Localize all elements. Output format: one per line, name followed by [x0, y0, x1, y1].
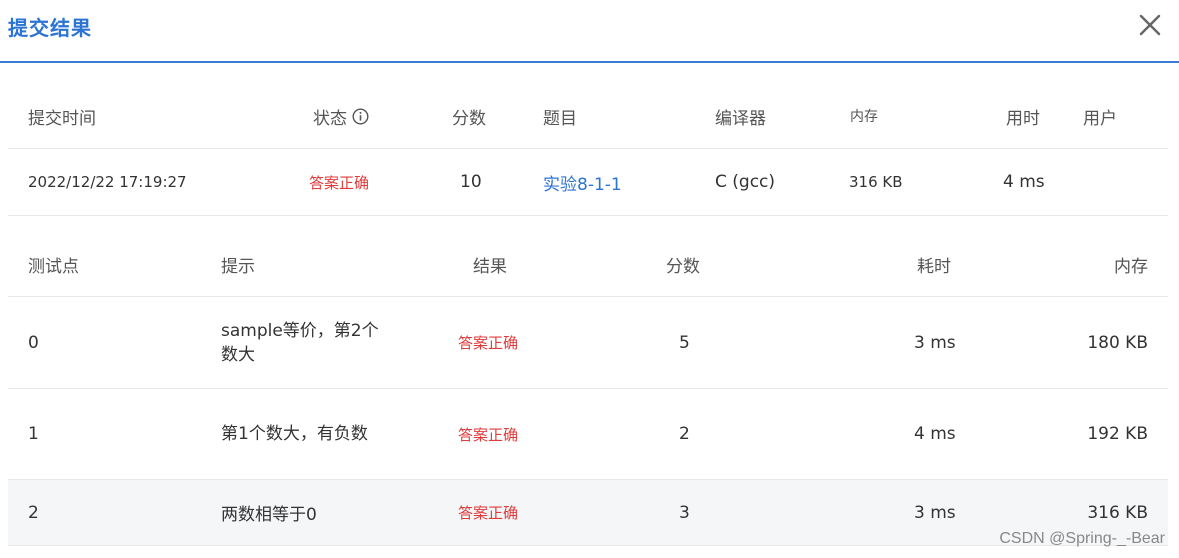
- submission-result-dialog: 提交结果 提交时间 状态 分数 题目 编译器 内存 用时 用户 2022/12/…: [0, 0, 1179, 558]
- testcase-table-header: 测试点 提示 结果 分数 耗时 内存: [8, 232, 1168, 297]
- header-case-memory: 内存: [1114, 256, 1148, 277]
- header-user: 用户: [1083, 108, 1117, 129]
- header-status: 状态: [313, 84, 369, 148]
- header-problem: 题目: [543, 108, 577, 129]
- testcase-memory: 192 KB: [1087, 424, 1148, 444]
- header-duration: 用时: [1006, 108, 1040, 129]
- testcase-result: 答案正确: [458, 425, 519, 444]
- header-status-label: 状态: [313, 108, 347, 129]
- submission-table-header: 提交时间 状态 分数 题目 编译器 内存 用时 用户: [8, 84, 1168, 149]
- testcase-score: 3: [679, 502, 690, 523]
- submission-memory: 316 KB: [849, 173, 903, 191]
- submission-status: 答案正确: [309, 173, 370, 192]
- testcase-duration: 3 ms: [914, 502, 956, 523]
- header-score: 分数: [452, 108, 486, 129]
- testcase-result: 答案正确: [458, 334, 519, 352]
- close-icon: [1139, 14, 1161, 36]
- submission-time: 2022/12/22 17:19:27: [28, 173, 187, 191]
- testcase-row: 1 第1个数大，有负数 答案正确 2 4 ms 192 KB: [8, 389, 1168, 480]
- testcase-hint: sample等价，第2个数大: [221, 297, 381, 388]
- testcase-score: 2: [679, 424, 690, 444]
- problem-link[interactable]: 实验8-1-1: [543, 149, 622, 215]
- header-case-duration: 耗时: [917, 256, 951, 277]
- close-button[interactable]: [1137, 12, 1163, 38]
- header-case-score: 分数: [666, 256, 700, 277]
- testcase-id: 0: [28, 332, 39, 353]
- testcase-hint-text: sample等价，第2个数大: [221, 320, 379, 365]
- testcase-id: 2: [28, 502, 39, 523]
- dialog-header: 提交结果: [0, 0, 1179, 63]
- header-memory: 内存: [850, 109, 878, 125]
- header-testcase: 测试点: [28, 256, 79, 277]
- dialog-title: 提交结果: [8, 16, 92, 40]
- testcase-memory: 180 KB: [1087, 332, 1148, 353]
- submission-duration: 4 ms: [1003, 172, 1045, 192]
- testcase-score: 5: [679, 332, 690, 353]
- testcase-hint-text: 第1个数大，有负数: [221, 424, 368, 444]
- header-submit-time: 提交时间: [28, 108, 96, 129]
- testcase-row: 0 sample等价，第2个数大 答案正确 5 3 ms 180 KB: [8, 297, 1168, 389]
- watermark: CSDN @Spring-_-Bear: [999, 530, 1165, 547]
- header-result: 结果: [473, 256, 507, 277]
- testcase-hint: 第1个数大，有负数: [221, 389, 381, 479]
- header-compiler: 编译器: [715, 108, 766, 129]
- submission-score: 10: [460, 172, 482, 192]
- submission-compiler: C (gcc): [715, 172, 776, 192]
- info-icon[interactable]: [352, 107, 369, 125]
- testcase-duration: 3 ms: [914, 332, 956, 353]
- testcase-hint-text: 两数相等于0: [221, 505, 317, 525]
- testcase-result: 答案正确: [458, 504, 519, 522]
- testcase-row: 2 两数相等于0 答案正确 3 3 ms 316 KB: [8, 480, 1168, 546]
- testcase-duration: 4 ms: [914, 424, 956, 444]
- header-hint: 提示: [221, 256, 255, 277]
- submission-row: 2022/12/22 17:19:27 答案正确 10 实验8-1-1 C (g…: [8, 149, 1168, 216]
- testcase-id: 1: [28, 424, 39, 444]
